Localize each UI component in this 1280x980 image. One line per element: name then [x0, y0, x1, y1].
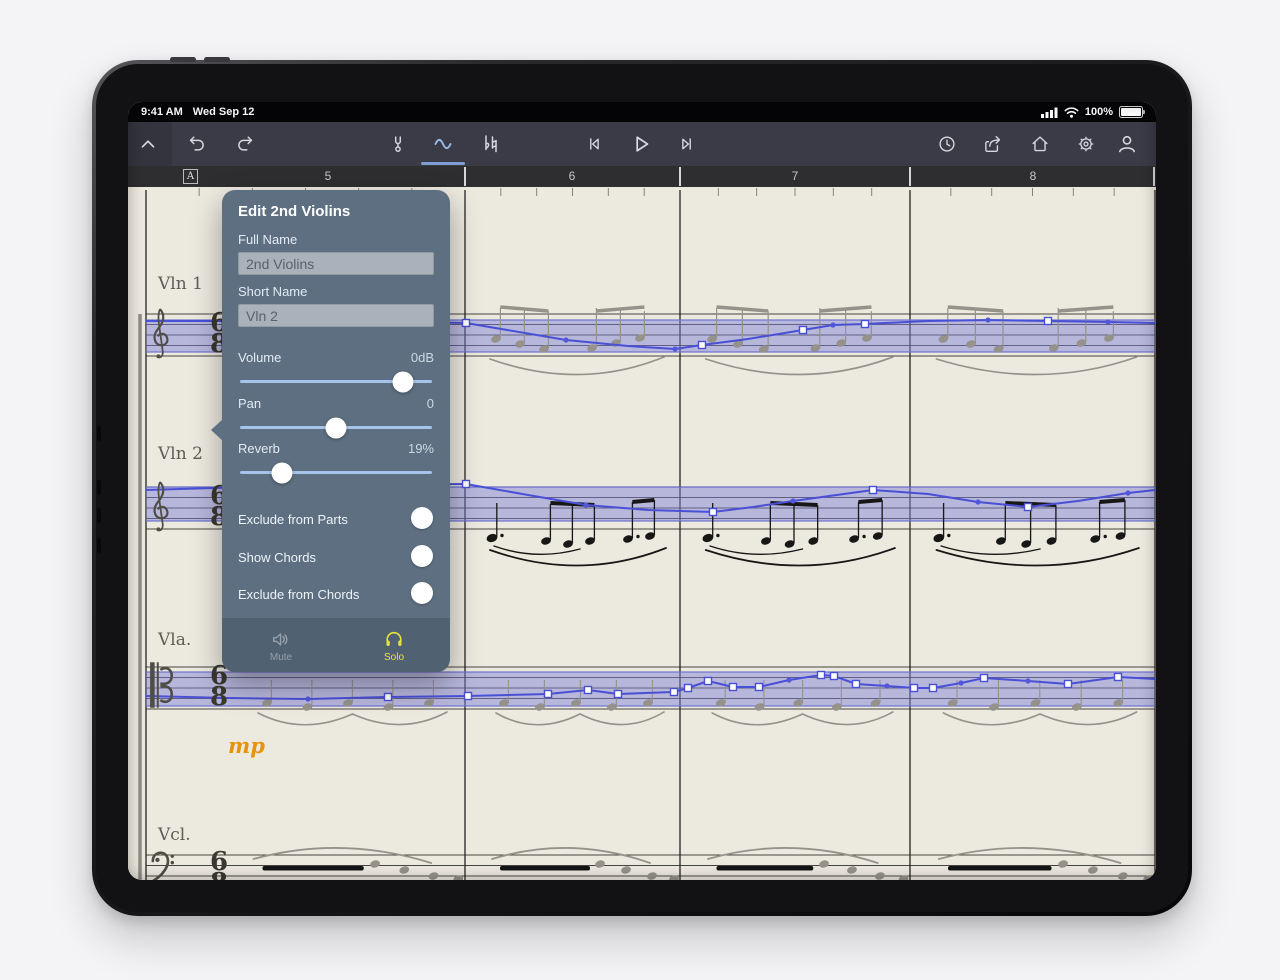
reverb-row: Reverb 19%: [238, 441, 434, 456]
play-icon[interactable]: [627, 130, 655, 158]
pan-label: Pan: [238, 396, 261, 411]
time-signature: 68: [204, 852, 234, 880]
solo-button[interactable]: Solo: [358, 622, 430, 668]
alto-clef-icon: [149, 661, 175, 714]
exclude-from-chords-label: Exclude from Chords: [238, 587, 359, 602]
rehearsal-mark: A: [183, 169, 198, 184]
reverb-slider[interactable]: [240, 471, 432, 474]
measure-separator: [1153, 167, 1155, 186]
redo-icon[interactable]: [231, 130, 259, 158]
home-icon[interactable]: [1026, 130, 1054, 158]
popover-bottom-bar: Mute Solo: [222, 618, 450, 672]
exclude-from-parts-toggle[interactable]: [411, 507, 433, 529]
measure-ruler[interactable]: A 5 6 7 8: [128, 166, 1156, 187]
skip-to-end-icon[interactable]: [673, 130, 701, 158]
pan-slider[interactable]: [240, 426, 432, 429]
measure-separator: [464, 167, 466, 186]
page-background: 9:41 AM Wed Sep 12 100%: [0, 0, 1280, 980]
device-side-mark: [97, 426, 101, 441]
mute-button[interactable]: Mute: [245, 622, 317, 668]
reverb-label: Reverb: [238, 441, 280, 456]
full-name-label: Full Name: [238, 232, 297, 247]
speaker-icon: [269, 628, 293, 650]
ipad-screen: 9:41 AM Wed Sep 12 100%: [128, 102, 1156, 880]
headphones-icon: [383, 628, 405, 650]
show-chords-toggle[interactable]: [411, 545, 433, 567]
full-name-input[interactable]: [238, 252, 434, 275]
reverb-value: 19%: [408, 441, 434, 456]
tuning-fork-icon[interactable]: [384, 130, 412, 158]
reverb-slider-thumb[interactable]: [272, 462, 293, 483]
device-top-button: [170, 57, 196, 62]
status-time: 9:41 AM: [141, 106, 183, 118]
collapse-chevron-icon[interactable]: [134, 130, 162, 158]
popover-title: Edit 2nd Violins: [238, 203, 350, 220]
exclude-from-chords-toggle[interactable]: [411, 582, 433, 604]
device-side-mark: [97, 508, 101, 523]
pan-slider-thumb[interactable]: [326, 417, 347, 438]
volume-slider-thumb[interactable]: [393, 371, 414, 392]
staff-label-vla: Vla.: [158, 630, 191, 650]
show-chords-label: Show Chords: [238, 550, 316, 565]
battery-percent: 100%: [1085, 106, 1113, 118]
battery-icon: [1119, 106, 1143, 118]
short-name-input[interactable]: [238, 304, 434, 327]
measure-number: 5: [325, 169, 332, 183]
ipad-device-frame: 9:41 AM Wed Sep 12 100%: [92, 60, 1192, 916]
share-icon[interactable]: [979, 130, 1007, 158]
device-side-mark: [97, 538, 101, 553]
mute-label: Mute: [270, 652, 292, 663]
treble-clef-icon: [149, 299, 173, 370]
short-name-label: Short Name: [238, 284, 307, 299]
measure-number: 8: [1030, 169, 1037, 183]
measure-number: 7: [792, 169, 799, 183]
device-top-button: [204, 57, 230, 62]
status-date: Wed Sep 12: [193, 106, 255, 118]
time-signature: 68: [204, 666, 234, 708]
skip-to-start-icon[interactable]: [580, 130, 608, 158]
settings-gear-icon[interactable]: [1072, 130, 1100, 158]
solo-label: Solo: [384, 652, 404, 663]
dynamic-marking: mp: [228, 733, 265, 758]
exclude-from-parts-label: Exclude from Parts: [238, 512, 348, 527]
cellular-signal-icon: [1041, 107, 1058, 118]
wifi-icon: [1064, 107, 1079, 118]
staff-label-vcl: Vcl.: [158, 825, 191, 845]
popover-arrow: [211, 419, 223, 441]
volume-value: 0dB: [411, 350, 434, 365]
pan-row: Pan 0: [238, 396, 434, 411]
staff-label-vln1: Vln 1: [158, 274, 203, 294]
staff-label-vln2: Vln 2: [158, 444, 203, 464]
volume-row: Volume 0dB: [238, 350, 434, 365]
selected-tool-underline: [421, 162, 465, 165]
status-bar: 9:41 AM Wed Sep 12 100%: [128, 102, 1156, 122]
accidentals-icon[interactable]: [476, 130, 504, 158]
volume-slider[interactable]: [240, 380, 432, 383]
measure-number: 6: [569, 169, 576, 183]
measure-separator: [909, 167, 911, 186]
measure-separator: [679, 167, 681, 186]
treble-clef-icon: [149, 472, 173, 543]
undo-icon[interactable]: [183, 130, 211, 158]
history-icon[interactable]: [933, 130, 961, 158]
bass-clef-icon: [149, 848, 175, 880]
edit-instrument-popover: Edit 2nd Violins Full Name Short Name Vo…: [222, 190, 450, 672]
volume-label: Volume: [238, 350, 281, 365]
app-toolbar: [128, 122, 1156, 166]
pan-value: 0: [427, 396, 434, 411]
dynamics-wave-icon[interactable]: [429, 130, 457, 158]
device-side-mark: [97, 480, 101, 495]
account-profile-icon[interactable]: [1113, 130, 1141, 158]
